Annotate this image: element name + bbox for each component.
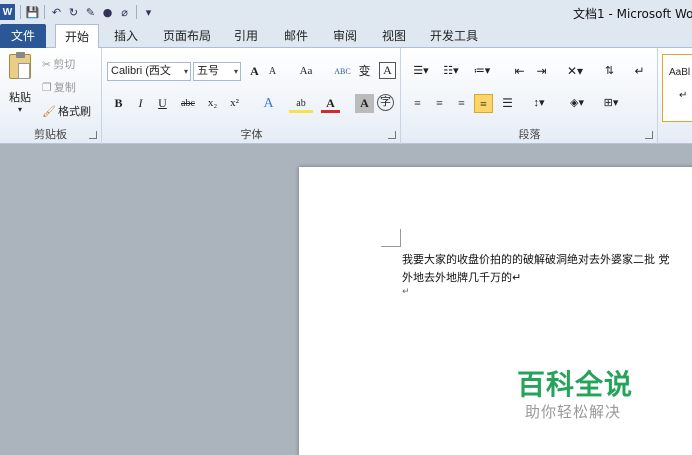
increase-indent-icon[interactable]: ⇥: [532, 62, 551, 81]
paragraph-group: ☰▾ ☷▾ ≔▾ ⇤ ⇥ ✕▾ ⇅ ↵ ≡ ≡ ≡ ≡ ☰ ↕▾ ◈▾ ⊞▾ 段…: [402, 48, 658, 144]
format-brush-icon[interactable]: ✎: [82, 3, 99, 21]
grow-font-button[interactable]: A: [245, 62, 264, 81]
tab-insert[interactable]: 插入: [108, 24, 144, 48]
save-icon[interactable]: 💾: [24, 3, 41, 21]
highlight-button[interactable]: ab: [289, 94, 313, 113]
decrease-indent-icon[interactable]: ⇤: [510, 62, 529, 81]
show-marks-icon[interactable]: ↵: [630, 62, 649, 81]
qat-separator: [44, 5, 45, 19]
paragraph-launcher-icon[interactable]: [645, 131, 653, 139]
font-name-select[interactable]: Calibri (西文 ▾: [107, 62, 191, 81]
bullets-icon[interactable]: ☰▾: [408, 62, 434, 81]
copy-label: 复制: [53, 81, 76, 94]
tab-developer[interactable]: 开发工具: [424, 24, 484, 48]
paragraph-mark[interactable]: ↵: [402, 287, 410, 297]
title-bar: W 💾 ↶ ↻ ✎ ● ⌀ ▾ 文档1 - Microsoft Wo: [0, 0, 692, 24]
tab-view[interactable]: 视图: [376, 24, 412, 48]
bold-button[interactable]: B: [109, 94, 128, 113]
multilevel-list-icon[interactable]: ≔▾: [468, 62, 496, 81]
document-paragraph[interactable]: 外地去外地牌几千万的↵: [402, 269, 521, 285]
align-center-icon[interactable]: ≡: [430, 94, 449, 113]
undo-icon[interactable]: ↶: [48, 3, 65, 21]
font-size-select[interactable]: 五号 ▾: [193, 62, 241, 81]
char-shading-button[interactable]: A: [355, 94, 374, 113]
copy-icon: ❐: [42, 80, 52, 94]
cut-button[interactable]: ✂ 剪切: [42, 56, 75, 72]
justify-icon[interactable]: ≡: [474, 94, 493, 113]
line-spacing-icon[interactable]: ↕▾: [526, 94, 552, 113]
style-gallery-item[interactable]: AaBl ↵: [662, 54, 692, 122]
shrink-font-button[interactable]: A: [263, 62, 282, 81]
font-name-value: Calibri (西文: [111, 65, 171, 77]
clear-format-button[interactable]: ABC: [333, 62, 352, 81]
align-left-icon[interactable]: ≡: [408, 94, 427, 113]
sort-icon[interactable]: ⇅: [600, 62, 619, 81]
subscript-button[interactable]: x₂: [203, 94, 222, 113]
document-area[interactable]: 我要大家的收盘价拍的的破解破洞绝对去外婆家二批 党 外地去外地牌几千万的↵ ↵ …: [0, 145, 692, 455]
customize-qat-button[interactable]: ▾: [140, 3, 157, 21]
align-right-icon[interactable]: ≡: [452, 94, 471, 113]
document-paragraph[interactable]: 我要大家的收盘价拍的的破解破洞绝对去外婆家二批 党: [402, 251, 670, 267]
strikethrough-button[interactable]: abc: [175, 94, 201, 113]
font-launcher-icon[interactable]: [388, 131, 396, 139]
tab-home[interactable]: 开始: [55, 24, 99, 49]
clipboard-launcher-icon[interactable]: [89, 131, 97, 139]
qat-separator: [136, 5, 137, 19]
tab-references[interactable]: 引用: [228, 24, 264, 48]
margin-corner-mark: [381, 229, 401, 247]
paintbrush-icon: 🖌: [42, 104, 56, 118]
italic-button[interactable]: I: [131, 94, 150, 113]
font-group-label: 字体: [240, 128, 263, 141]
watermark-title: 百科全说: [517, 368, 634, 401]
paste-label: 粘贴: [9, 91, 31, 104]
clipboard-group: 粘贴 ▾ ✂ 剪切 ❐ 复制 🖌 格式刷 剪贴板: [0, 48, 102, 144]
ribbon-tabs: 文件 开始 插入 页面布局 引用 邮件 审阅 视图 开发工具: [0, 24, 692, 49]
paste-icon: [9, 52, 31, 79]
paragraph-group-label: 段落: [518, 128, 541, 141]
font-color-button[interactable]: A: [321, 94, 340, 113]
numbering-icon[interactable]: ☷▾: [438, 62, 464, 81]
enclose-char-button[interactable]: 字: [377, 94, 394, 111]
tab-review[interactable]: 审阅: [327, 24, 363, 48]
format-painter-label: 格式刷: [57, 105, 91, 118]
borders-icon[interactable]: ⊞▾: [598, 94, 624, 113]
style-sample-text: AaBl: [669, 67, 691, 78]
ribbon: 粘贴 ▾ ✂ 剪切 ❐ 复制 🖌 格式刷 剪贴板 Calibri (西文 ▾ 五…: [0, 48, 692, 144]
superscript-button[interactable]: x²: [225, 94, 244, 113]
eraser-icon[interactable]: ⌀: [116, 3, 133, 21]
color-wheel-icon[interactable]: ●: [99, 3, 116, 21]
distribute-icon[interactable]: ☰: [498, 94, 517, 113]
paste-dropdown-icon: ▾: [17, 105, 22, 114]
style-sample-mark: ↵: [679, 90, 688, 101]
tab-page-layout[interactable]: 页面布局: [158, 24, 216, 48]
window-title: 文档1 - Microsoft Wo: [573, 7, 692, 21]
clipboard-group-label: 剪贴板: [34, 128, 67, 141]
chevron-down-icon: ▾: [233, 67, 238, 76]
redo-icon[interactable]: ↻: [65, 3, 82, 21]
document-page[interactable]: 我要大家的收盘价拍的的破解破洞绝对去外婆家二批 党 外地去外地牌几千万的↵ ↵ …: [299, 167, 692, 455]
chinese-layout-icon[interactable]: ✕▾: [562, 62, 588, 81]
quick-access-toolbar: W 💾 ↶ ↻ ✎ ● ⌀ ▾: [0, 2, 157, 22]
tab-file[interactable]: 文件: [0, 24, 46, 48]
font-group: Calibri (西文 ▾ 五号 ▾ A A Aa ABC 变 A B I U …: [103, 48, 401, 144]
shading-icon[interactable]: ◈▾: [564, 94, 590, 113]
chevron-down-icon: ▾: [183, 67, 188, 76]
underline-button[interactable]: U: [153, 94, 172, 113]
word-logo-icon[interactable]: W: [0, 4, 15, 20]
font-size-value: 五号: [197, 65, 219, 77]
text-effects-button[interactable]: A: [259, 94, 278, 113]
cut-label: 剪切: [53, 58, 76, 71]
copy-button[interactable]: ❐ 复制: [42, 79, 76, 95]
paste-button[interactable]: 粘贴 ▾: [6, 52, 34, 114]
char-border-button[interactable]: A: [379, 62, 396, 79]
phonetic-guide-button[interactable]: 变: [355, 62, 374, 81]
scissors-icon: ✂: [42, 57, 52, 71]
change-case-button[interactable]: Aa: [293, 62, 319, 81]
qat-separator: [20, 5, 21, 19]
format-painter-button[interactable]: 🖌 格式刷: [42, 103, 91, 119]
watermark-subtitle: 助你轻松解决: [525, 403, 622, 421]
tab-mailings[interactable]: 邮件: [278, 24, 314, 48]
